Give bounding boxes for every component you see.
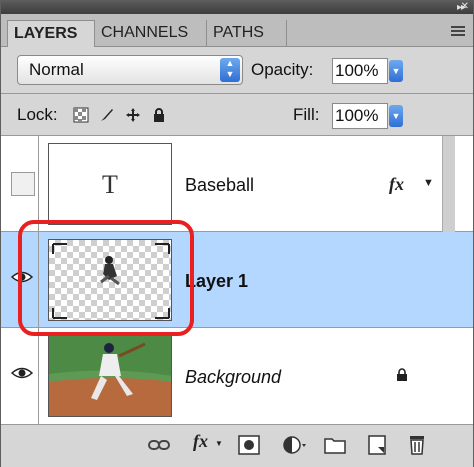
layer-lock-icon bbox=[397, 368, 407, 381]
layers-panel: ▸▸ ✕ LAYERS CHANNELS PATHS Normal ▲ ▼ Opa… bbox=[0, 0, 474, 467]
layer-row-background[interactable]: Background bbox=[1, 328, 473, 424]
fill-dropdown-icon[interactable]: ▼ bbox=[389, 105, 403, 127]
trash-icon[interactable] bbox=[405, 433, 429, 457]
layers-toolbar: fx ▼ bbox=[1, 424, 473, 467]
select-arrows-icon: ▲ ▼ bbox=[220, 58, 240, 82]
tab-paths[interactable]: PATHS bbox=[207, 20, 287, 46]
panel-menu-icon[interactable] bbox=[451, 26, 465, 38]
visibility-cell[interactable] bbox=[1, 328, 39, 424]
layer-thumbnail-text: T bbox=[48, 143, 172, 225]
fx-icon[interactable]: fx bbox=[193, 431, 208, 452]
opacity-label: Opacity: bbox=[251, 60, 314, 79]
lock-label: Lock: bbox=[17, 105, 58, 124]
highlight-outline bbox=[18, 220, 194, 336]
opacity-input[interactable]: 100% bbox=[332, 58, 388, 84]
scrollbar-thumb[interactable] bbox=[442, 136, 455, 232]
lock-position-icon[interactable] bbox=[125, 107, 141, 123]
link-icon[interactable] bbox=[147, 433, 171, 457]
group-folder-icon[interactable] bbox=[323, 433, 347, 457]
mask-icon[interactable] bbox=[237, 433, 261, 457]
baseball-photo-image bbox=[49, 336, 171, 416]
lock-image-icon[interactable] bbox=[99, 107, 115, 123]
tab-channels[interactable]: CHANNELS bbox=[95, 20, 207, 46]
new-layer-icon[interactable] bbox=[365, 433, 389, 457]
blend-mode-select[interactable]: Normal ▲ ▼ bbox=[17, 55, 243, 85]
layer-row-baseball[interactable]: T Baseball fx ▼ bbox=[1, 136, 473, 232]
tab-layers[interactable]: LAYERS bbox=[7, 20, 95, 47]
layer-name[interactable]: Background bbox=[185, 367, 281, 388]
adjustment-icon[interactable] bbox=[281, 433, 307, 457]
layer-name[interactable]: Baseball bbox=[185, 175, 254, 196]
opacity-dropdown-icon[interactable]: ▼ bbox=[389, 60, 403, 82]
text-layer-icon: T bbox=[102, 170, 118, 199]
layer-name[interactable]: Layer 1 bbox=[185, 271, 248, 292]
lock-transparent-icon[interactable] bbox=[73, 107, 89, 123]
tab-bar: LAYERS CHANNELS PATHS bbox=[1, 14, 473, 47]
visibility-toggle-off[interactable] bbox=[11, 172, 35, 196]
layer-effects-icon[interactable]: fx bbox=[389, 174, 404, 195]
blend-mode-value: Normal bbox=[29, 60, 84, 79]
fill-input[interactable]: 100% bbox=[332, 103, 388, 129]
effects-expand-icon[interactable]: ▼ bbox=[423, 177, 434, 189]
close-icon[interactable]: ✕ bbox=[461, 1, 469, 12]
eye-icon[interactable] bbox=[11, 366, 33, 380]
divider bbox=[1, 93, 473, 94]
visibility-cell[interactable] bbox=[1, 136, 39, 231]
fill-label: Fill: bbox=[293, 105, 320, 124]
lock-all-icon[interactable] bbox=[151, 107, 167, 123]
layer-thumbnail-photo bbox=[48, 335, 172, 417]
panel-title-strip: ▸▸ ✕ bbox=[1, 1, 473, 14]
fx-dropdown-icon[interactable]: ▼ bbox=[215, 439, 223, 448]
